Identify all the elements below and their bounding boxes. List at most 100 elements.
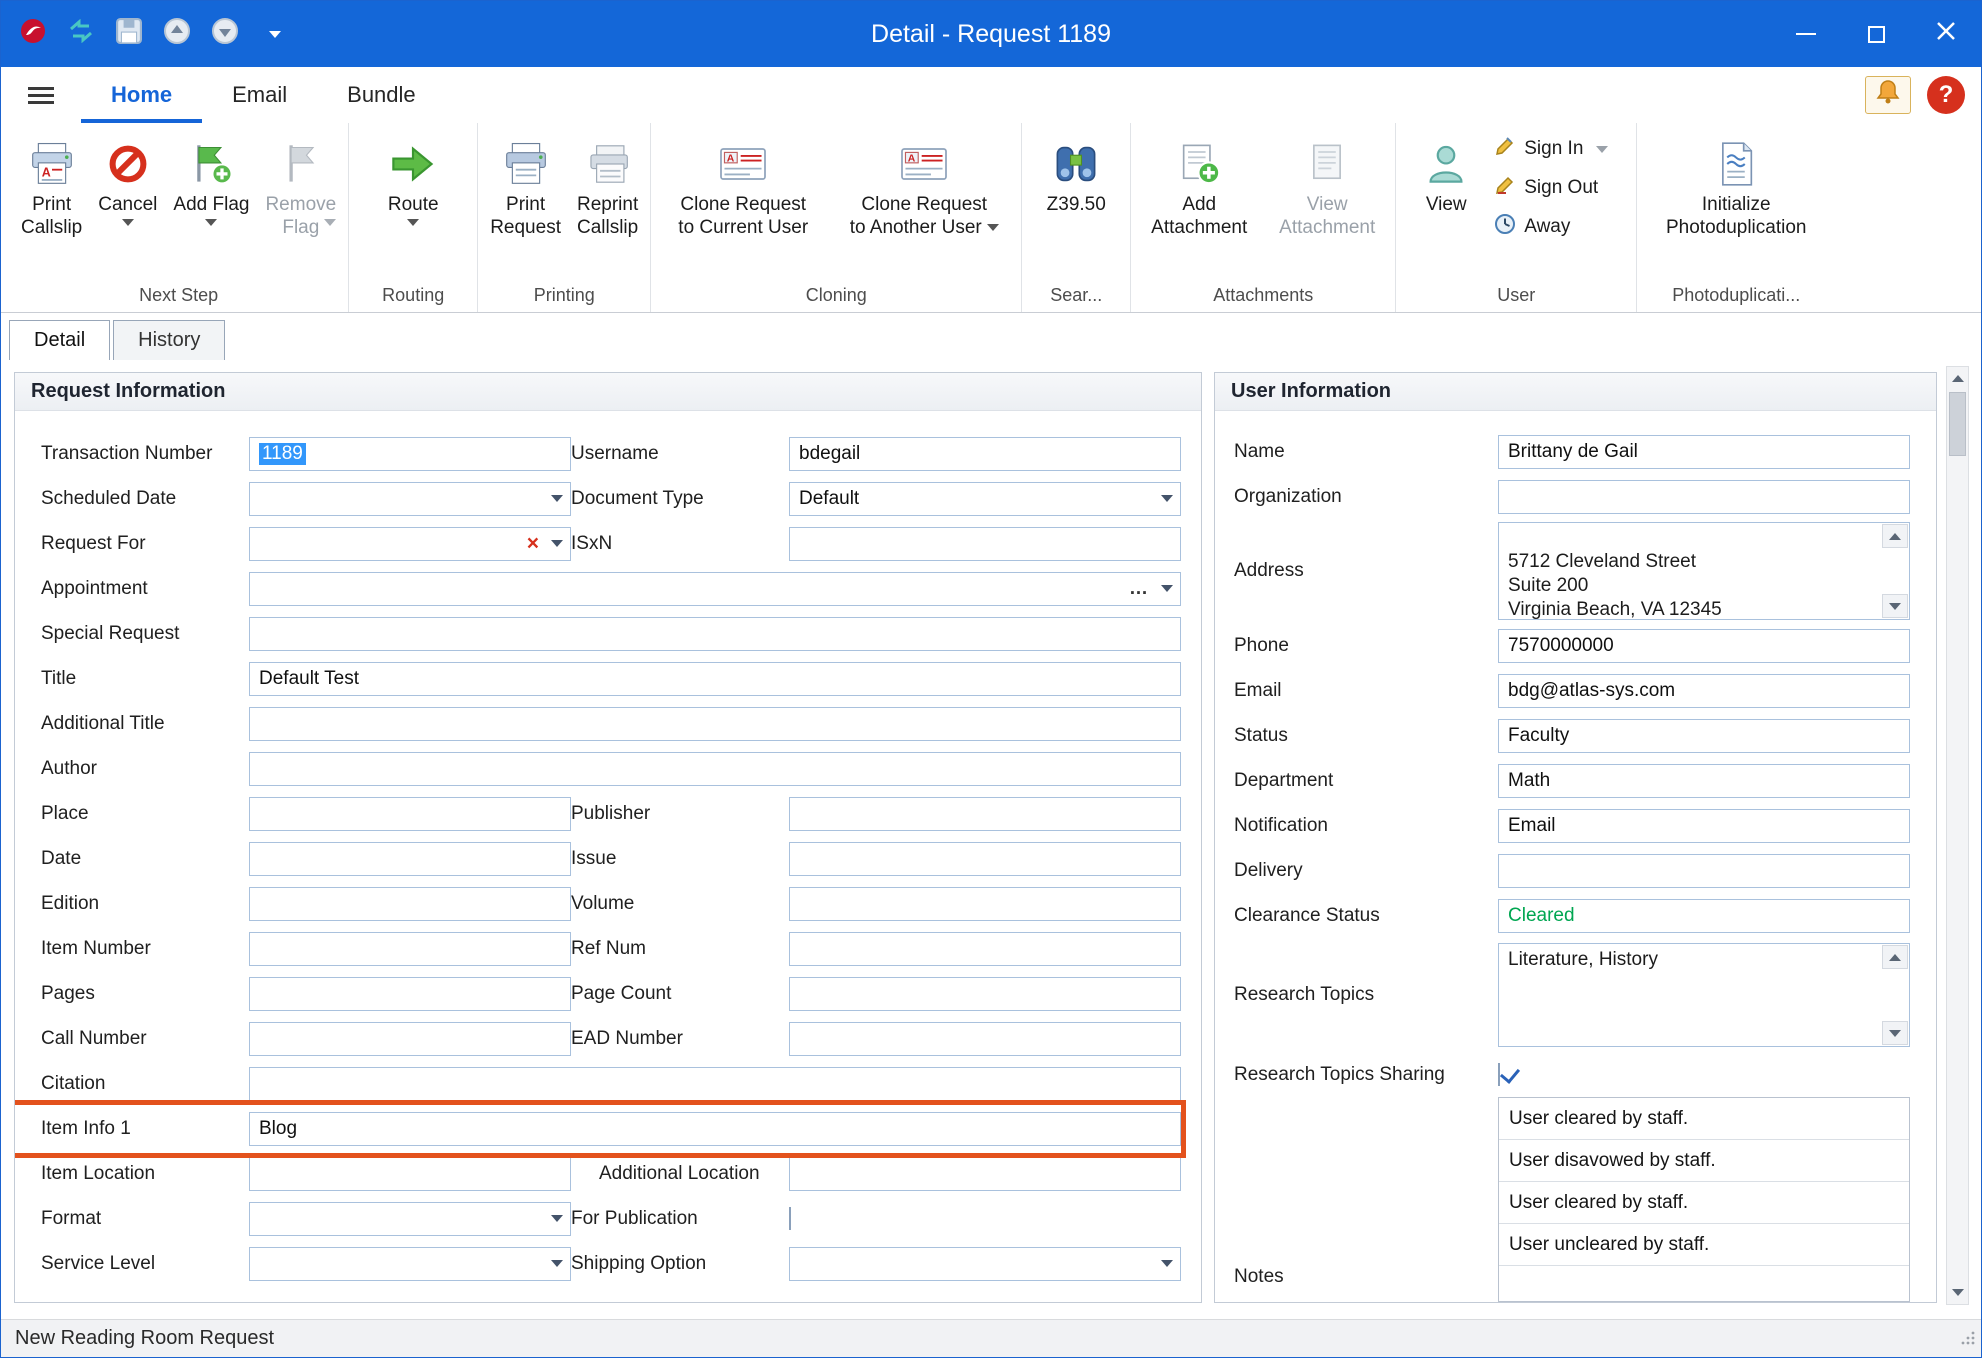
main-menu-button[interactable] [1,67,81,123]
save-button[interactable] [111,16,147,52]
name-field[interactable]: Brittany de Gail [1498,435,1910,469]
title-field[interactable]: Default Test [249,662,1181,696]
remove-flag-button[interactable]: Remove Flag [257,127,344,228]
phone-field[interactable]: 7570000000 [1498,629,1910,663]
notification-field[interactable]: Email [1498,809,1910,843]
email-field[interactable]: bdg@atlas-sys.com [1498,674,1910,708]
minimize-button[interactable] [1771,1,1841,67]
username-field[interactable]: bdegail [789,437,1181,471]
close-button[interactable] [1911,1,1981,67]
format-combo[interactable] [249,1202,571,1236]
status-field[interactable]: Faculty [1498,719,1910,753]
scrollbar-down-button[interactable] [1947,1281,1968,1304]
sign-in-button[interactable]: Sign In [1494,135,1624,163]
special-request-field[interactable] [249,617,1181,651]
volume-field[interactable] [789,887,1181,921]
address-field[interactable]: 5712 Cleveland Street Suite 200 Virginia… [1498,522,1910,620]
additional-location-field[interactable] [789,1157,1181,1191]
qat-customize-button[interactable] [255,16,291,52]
alerts-button[interactable] [1865,76,1911,114]
scrollbar-up-button[interactable] [1947,367,1968,390]
issue-field[interactable] [789,842,1181,876]
date-field[interactable] [249,842,571,876]
tab-email[interactable]: Email [202,67,317,123]
cancel-button[interactable]: Cancel [90,127,165,228]
organization-field[interactable] [1498,480,1910,514]
notes-list[interactable]: User cleared by staff. User disavowed by… [1498,1097,1910,1302]
item-info-1-field[interactable]: Blog [249,1112,1181,1146]
place-field[interactable] [249,797,571,831]
route-button[interactable]: Route [353,127,473,228]
research-topics-field[interactable]: Literature, History [1498,943,1910,1047]
ref-num-field[interactable] [789,932,1181,966]
print-callslip-button[interactable]: A Print Callslip [13,127,90,241]
clearance-status-field[interactable]: Cleared [1498,899,1910,933]
isxn-field[interactable] [789,527,1181,561]
scroll-up-button[interactable] [1882,945,1908,969]
department-field[interactable]: Math [1498,764,1910,798]
note-list-item[interactable]: User cleared by staff. [1499,1098,1909,1140]
form-row: Scheduled Date Document Type Default [41,476,1181,521]
reprint-callslip-button[interactable]: Reprint Callslip [569,127,646,241]
view-attachment-button[interactable]: View Attachment [1263,127,1391,241]
delivery-field[interactable] [1498,854,1910,888]
scroll-down-button[interactable] [1882,1021,1908,1045]
add-flag-button[interactable]: Add Flag [165,127,257,228]
clone-request-current-user-button[interactable]: A Clone Request to Current User [655,127,831,241]
view-user-button[interactable]: View [1400,127,1492,218]
initialize-photoduplication-button[interactable]: Initialize Photoduplication [1641,127,1831,241]
research-topics-sharing-checkbox[interactable] [1498,1063,1500,1086]
print-request-button[interactable]: Print Request [482,127,569,241]
scheduled-date-combo[interactable] [249,482,571,516]
shipping-option-combo[interactable] [789,1247,1181,1281]
tab-bundle[interactable]: Bundle [317,67,446,123]
scroll-up-button[interactable] [1882,524,1908,548]
next-request-button[interactable] [207,16,243,52]
ref-num-label: Ref Num [571,938,789,960]
author-field[interactable] [249,752,1181,786]
previous-request-button[interactable] [159,16,195,52]
item-location-field[interactable] [249,1157,571,1191]
request-information-panel: Request Information Transaction Number 1… [14,372,1202,1303]
transaction-number-field[interactable]: 1189 [249,437,571,471]
tab-history[interactable]: History [113,320,225,360]
button-label: Remove Flag [265,193,336,239]
ead-number-field[interactable] [789,1022,1181,1056]
for-publication-checkbox[interactable] [789,1207,791,1230]
sign-out-button[interactable]: Sign Out [1494,174,1624,202]
note-list-item[interactable]: User uncleared by staff. [1499,1224,1909,1266]
form-row: Title Default Test [41,656,1181,701]
maximize-button[interactable] [1841,1,1911,67]
help-button[interactable]: ? [1927,76,1965,114]
vertical-scrollbar[interactable] [1946,366,1969,1305]
pages-field[interactable] [249,977,571,1011]
refresh-button[interactable] [63,16,99,52]
item-number-field[interactable] [249,932,571,966]
add-attachment-button[interactable]: Add Attachment [1135,127,1263,241]
away-button[interactable]: Away [1494,213,1624,241]
citation-field[interactable] [249,1067,1181,1101]
service-level-combo[interactable] [249,1247,571,1281]
ellipsis-icon[interactable]: … [1129,578,1149,600]
scrollbar-thumb[interactable] [1949,392,1966,456]
clear-x-icon[interactable]: × [527,533,539,554]
z3950-button[interactable]: Z39.50 [1026,127,1126,218]
scroll-down-button[interactable] [1882,594,1908,618]
form-row: Edition Volume [41,881,1181,926]
tab-detail[interactable]: Detail [9,320,110,360]
publisher-field[interactable] [789,797,1181,831]
note-list-item[interactable]: User cleared by staff. [1499,1182,1909,1224]
edition-field[interactable] [249,887,571,921]
clone-request-another-user-button[interactable]: A Clone Request to Another User [831,127,1017,241]
appointment-field[interactable]: … [249,572,1181,606]
arrow-up-icon [1889,954,1901,961]
note-list-item[interactable]: User disavowed by staff. [1499,1140,1909,1182]
page-count-field[interactable] [789,977,1181,1011]
tab-home[interactable]: Home [81,67,202,123]
resize-grip[interactable] [1960,1329,1976,1352]
app-logo-button[interactable] [15,16,51,52]
call-number-field[interactable] [249,1022,571,1056]
document-type-combo[interactable]: Default [789,482,1181,516]
additional-title-field[interactable] [249,707,1181,741]
request-for-combo[interactable]: × [249,527,571,561]
